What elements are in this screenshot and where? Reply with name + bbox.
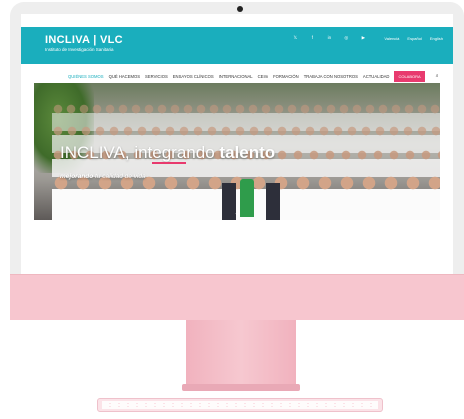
nav-servicios[interactable]: SERVICIOS [145,74,168,79]
hero-subtitle-bold: mejorando [60,173,94,180]
logo-subtitle: Instituto de Investigación Sanitaria [45,47,114,52]
site-logo[interactable]: INCLIVA | VLC Instituto de Investigación… [45,34,123,52]
main-nav: QUIÉNES SOMOS QUÉ HACEMOS SERVICIOS ENSA… [21,70,453,82]
hero-subtitle: mejorando tu calidad de vida [60,173,146,180]
hero-underline [152,162,186,164]
screen: INCLIVA | VLC Instituto de Investigación… [21,14,453,276]
search-icon[interactable]: ⌕ [436,73,439,79]
nav-actualidad[interactable]: ACTUALIDAD [363,74,390,79]
lang-valencia[interactable]: Valencià [384,36,399,41]
nav-internacional[interactable]: INTERNACIONAL [219,74,253,79]
header-right: 𝕏 f in ◎ ▶ Valencià Español English [292,35,443,41]
nav-ceim[interactable]: CEIm [258,74,268,79]
stand-foot [182,384,300,391]
nav-quienes-somos[interactable]: QUIÉNES SOMOS [68,74,104,79]
hero-subtitle-rest: tu calidad de vida [93,173,146,180]
monitor-stand [186,320,296,388]
nav-trabaja-con-nosotros[interactable]: TRABAJA CON NOSOTROS [304,74,358,79]
monitor-chin [10,274,464,320]
chevron-down-icon[interactable]: ⌄ [233,210,241,218]
instagram-icon[interactable]: ◎ [343,35,349,41]
linkedin-icon[interactable]: in [326,35,332,41]
youtube-icon[interactable]: ▶ [360,35,366,41]
nav-colabora-button[interactable]: COLABORA [394,70,425,82]
hero-title-light: INCLIVA, integrando [60,143,215,162]
camera-icon [237,6,243,12]
site-header: INCLIVA | VLC Instituto de Investigación… [21,27,453,64]
keyboard [97,398,383,412]
nav-que-hacemos[interactable]: QUÉ HACEMOS [109,74,140,79]
logo-title: INCLIVA | VLC [45,34,123,46]
social-links: 𝕏 f in ◎ ▶ [292,35,366,41]
x-icon[interactable]: 𝕏 [292,35,298,41]
hero-title-bold: talento [219,143,276,162]
hero-banner: INCLIVA, integrando talento mejorando tu… [34,83,440,220]
lang-espanol[interactable]: Español [407,36,421,41]
keyboard-keys [102,401,378,409]
nav-formacion[interactable]: FORMACIÓN [273,74,299,79]
nav-ensayos-clinicos[interactable]: ENSAYOS CLÍNICOS [173,74,214,79]
facebook-icon[interactable]: f [309,35,315,41]
lang-english[interactable]: English [430,36,443,41]
person-dark-suit [266,183,280,220]
person-green-dress [240,179,254,217]
imac-monitor: INCLIVA | VLC Instituto de Investigación… [10,2,464,320]
chin-divider [10,274,464,275]
hero-title: INCLIVA, integrando talento [60,143,275,163]
language-switcher: Valencià Español English [384,36,443,41]
